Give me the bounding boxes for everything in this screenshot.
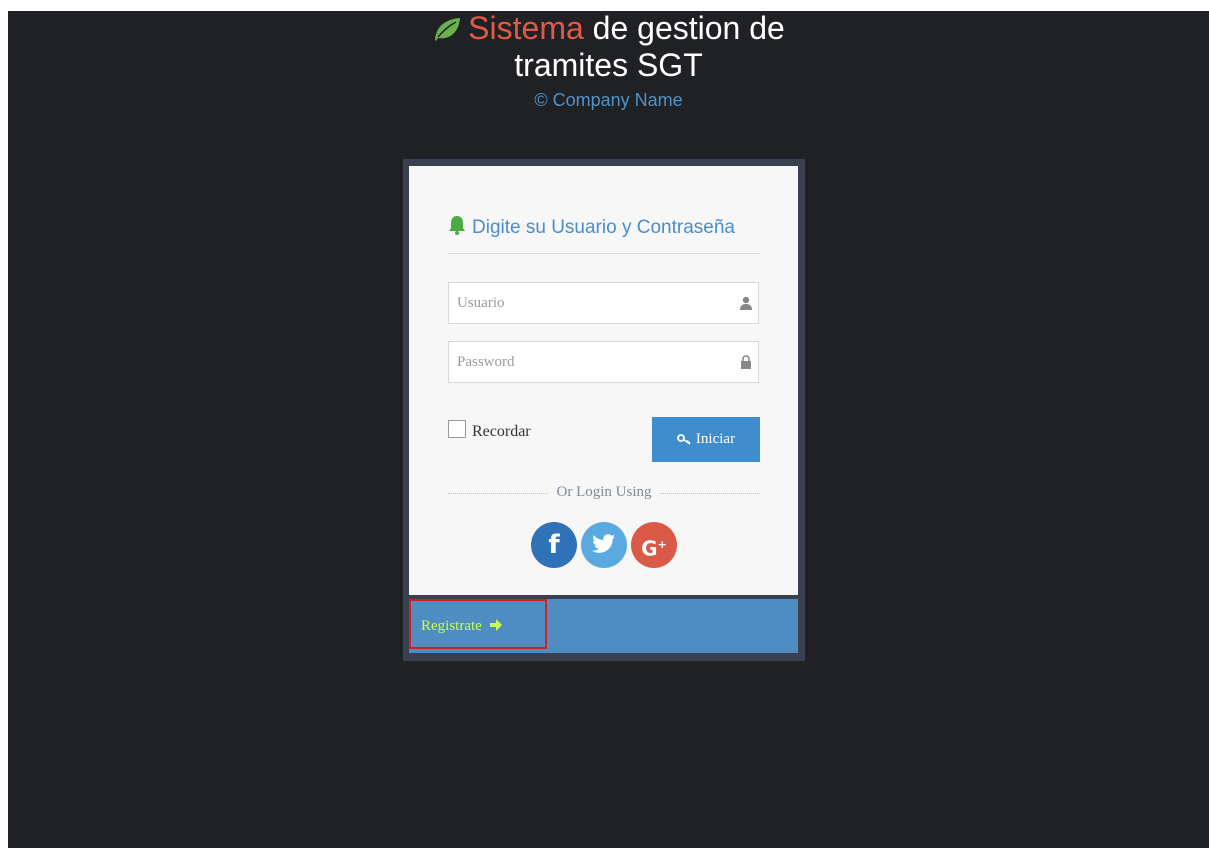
register-link[interactable]: Registrate [409,599,547,649]
google-plus-icon[interactable]: G+ [631,522,677,568]
facebook-icon[interactable]: f [531,522,577,568]
leaf-icon [432,14,462,48]
username-field [448,282,759,324]
login-button-label: Iniciar [695,431,736,447]
remember-checkbox[interactable]: Recordar [448,420,531,441]
page-title: Sistema de gestion de tramites SGT [399,11,819,82]
password-input[interactable] [449,342,735,382]
bell-icon [448,215,466,241]
login-heading-text: Digite su Usuario y Contraseña [472,217,735,238]
login-form: Digite su Usuario y Contraseña Usuario R… [409,166,798,595]
login-panel: Digite su Usuario y Contraseña Usuario R… [403,159,805,661]
username-input[interactable] [449,283,735,323]
lock-icon [740,355,752,374]
login-page: Sistema de gestion de tramites SGT © Com… [8,11,1209,848]
password-field [448,341,759,383]
brand-header: Sistema de gestion de tramites SGT © Com… [8,11,1209,111]
twitter-icon[interactable] [581,522,627,568]
title-accent: Sistema [468,10,584,46]
social-divider: Or Login Using [448,484,760,500]
remember-label: Recordar [472,423,531,440]
register-label: Registrate [421,618,482,634]
company-name: © Company Name [534,90,683,110]
panel-footer: Registrate [409,599,798,653]
arrow-right-icon [489,619,502,631]
login-heading: Digite su Usuario y Contraseña [448,215,760,254]
divider-text: Or Login Using [556,484,652,500]
remember-checkbox-box[interactable] [448,420,466,438]
key-icon [677,434,691,445]
user-icon [740,296,752,315]
login-button[interactable]: Iniciar [652,417,760,462]
